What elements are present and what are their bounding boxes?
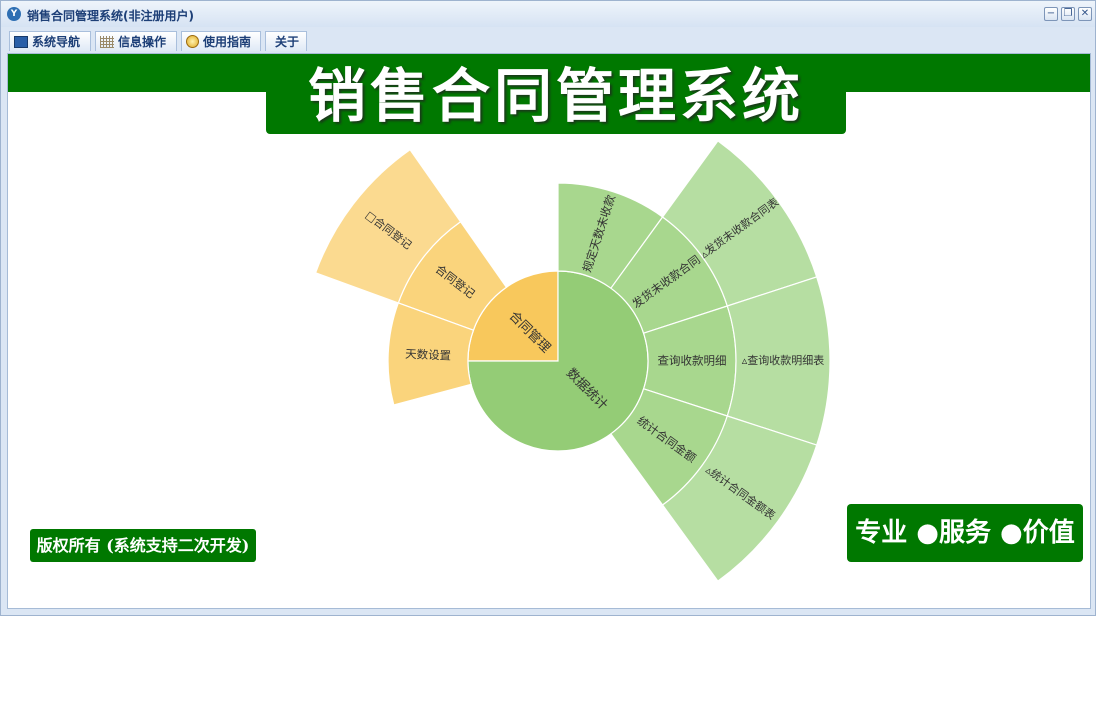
app-window: Y 销售合同管理系统(非注册用户) − ❐ ✕ 系统导航 信息操作 使用指南 关… [0, 0, 1096, 616]
close-button[interactable]: ✕ [1078, 7, 1092, 21]
menu-label: 信息操作 [118, 35, 167, 49]
title-bar: Y 销售合同管理系统(非注册用户) − ❐ ✕ [1, 1, 1095, 27]
help-icon [186, 35, 199, 48]
menu-bar: 系统导航 信息操作 使用指南 关于 [5, 28, 1091, 52]
sunburst-query-detail-label: 查询收款明细 [658, 354, 727, 368]
copyright-label: 版权所有 (系统支持二次开发) [30, 529, 256, 562]
monitor-icon [14, 36, 28, 48]
grid-icon [100, 36, 114, 48]
minimize-button[interactable]: − [1044, 7, 1058, 21]
app-logo-icon: Y [7, 7, 21, 21]
menu-system-navigation[interactable]: 系统导航 [9, 31, 91, 51]
menu-about[interactable]: 关于 [265, 31, 307, 51]
window-title: 销售合同管理系统(非注册用户) [27, 9, 194, 23]
main-panel: 销售合同管理系统 合同管理 数据统计 合同登记 天数设置 规定天数未收款 发货未收款合同查… [7, 53, 1091, 609]
menu-info-operation[interactable]: 信息操作 [95, 31, 177, 51]
menu-label: 使用指南 [203, 35, 252, 49]
sunburst-query-detail-table-label: ▵查询收款明细表 [742, 353, 825, 367]
restore-button[interactable]: ❐ [1061, 7, 1075, 21]
sunburst-days-setting-label: 天数设置 [405, 347, 452, 363]
sunburst-query-detail-table[interactable]: ▵查询收款明细表 [726, 276, 831, 446]
menu-user-guide[interactable]: 使用指南 [181, 31, 261, 51]
menu-label: 系统导航 [32, 35, 81, 49]
menu-label: 关于 [275, 35, 300, 49]
slogan-badge: 专业 ●服务 ●价值 [847, 504, 1083, 562]
